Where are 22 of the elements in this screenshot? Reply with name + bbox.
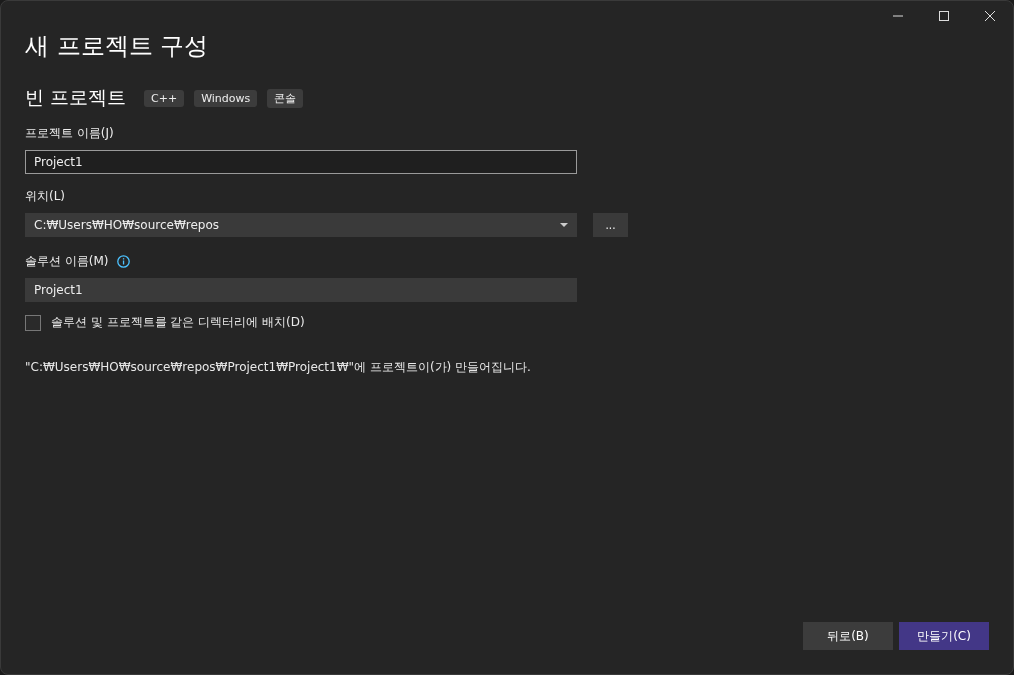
field-label: 프로젝트 이름(J) xyxy=(25,125,115,142)
caret-icon xyxy=(560,222,568,228)
template-tag: 콘솔 xyxy=(267,88,304,108)
location-dropdown[interactable]: C:₩Users₩HO₩source₩repos xyxy=(25,213,577,237)
template-tag: Windows xyxy=(194,89,258,107)
close-icon xyxy=(983,9,997,23)
project-name-field[interactable]: Project1 xyxy=(25,150,577,174)
create-button[interactable]: 만들기(C) xyxy=(899,622,989,650)
template-tag: C++ xyxy=(144,89,185,107)
maximize-icon xyxy=(937,9,951,23)
solution-name-field[interactable]: Project1 xyxy=(25,278,577,302)
info-icon xyxy=(116,255,130,268)
field-label: 위치(L) xyxy=(25,188,67,205)
summary-text: "C:₩Users₩HO₩source₩repos₩Project1₩Project1₩"에 프로젝트이(가) 만들어집니다. xyxy=(25,359,532,376)
field-label: 솔루션 이름(M) xyxy=(25,253,109,270)
location-value: C:₩Users₩HO₩source₩repos xyxy=(34,218,220,232)
checkbox-label: 솔루션 및 프로젝트를 같은 디렉터리에 배치(D) xyxy=(51,314,305,331)
back-button[interactable]: 뒤로(B) xyxy=(803,622,893,650)
window-title: 새 프로젝트 구성 xyxy=(25,31,210,61)
browse-button[interactable]: ... xyxy=(593,213,628,237)
checkbox[interactable] xyxy=(25,314,41,331)
template-name: 빈 프로젝트 xyxy=(25,85,127,110)
